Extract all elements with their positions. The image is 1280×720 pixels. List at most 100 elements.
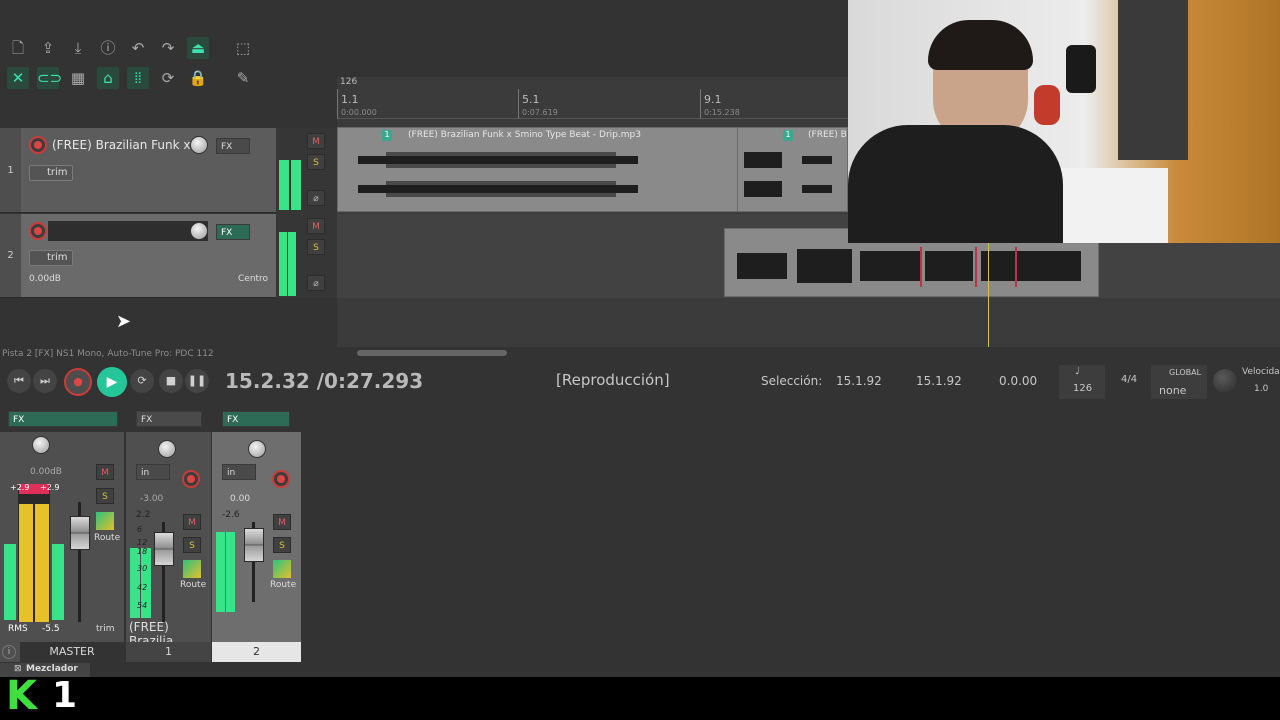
undo-icon[interactable]: ↶ <box>127 37 149 59</box>
grid-icon[interactable]: ⬚ <box>232 37 254 59</box>
master-fx-button[interactable]: FX <box>8 411 118 427</box>
position-readout[interactable]: 15.2.32 /0:27.293 <box>225 369 423 393</box>
master-meter-r <box>35 504 49 622</box>
strip-1-fx-button[interactable]: FX <box>136 411 202 427</box>
ruler-time-label: 0:15.238 <box>704 108 740 117</box>
strip-2-record-arm[interactable] <box>272 470 290 488</box>
record-arm-button[interactable] <box>29 222 47 240</box>
strip-2-route-label[interactable]: Route <box>270 580 296 590</box>
status-info: Pista 2 [FX] NS1 Mono, Auto-Tune Pro: PD… <box>2 349 214 359</box>
meter-scale-label: 6 <box>137 525 143 534</box>
master-pan-knob[interactable] <box>32 436 50 454</box>
new-project-icon[interactable]: 🗋 <box>7 37 29 59</box>
selection-length[interactable]: 0.0.00 <box>999 374 1037 388</box>
fx-button[interactable]: FX <box>216 224 250 240</box>
wall-shelf <box>1048 168 1168 243</box>
strip-2-number[interactable]: 2 <box>212 642 301 662</box>
save-icon[interactable]: ⤓ <box>67 37 89 59</box>
selection-end[interactable]: 15.1.92 <box>916 374 962 388</box>
webcam-overlay <box>848 0 1280 243</box>
trim-label: trim <box>47 252 68 263</box>
meter-scale-label: 12 <box>137 538 148 547</box>
track-pan-readout: Centro <box>238 274 269 284</box>
strip-1-solo-button[interactable]: S <box>183 537 201 553</box>
global-automation-box[interactable]: GLOBAL none <box>1151 365 1207 399</box>
strip-2-input-select[interactable]: in <box>222 464 256 480</box>
track-2-mute-button[interactable]: M <box>307 218 325 234</box>
strip-1-number[interactable]: 1 <box>126 642 211 662</box>
go-to-start-button[interactable]: ⏮ <box>7 369 31 393</box>
ripple-icon[interactable]: ✕ <box>7 67 29 89</box>
info-icon[interactable]: ⓘ <box>97 37 119 59</box>
horizontal-scrollbar[interactable] <box>357 350 507 356</box>
track-2-solo-button[interactable]: S <box>307 239 325 255</box>
strip-2-solo-button[interactable]: S <box>273 537 291 553</box>
loop-toggle-button[interactable]: ⟳ <box>130 369 154 393</box>
track-1-meter-r <box>291 160 301 210</box>
master-fader[interactable] <box>70 516 90 550</box>
trim-button[interactable]: trim <box>29 165 73 181</box>
master-solo-button[interactable]: S <box>96 488 114 504</box>
master-route-icon[interactable] <box>96 512 114 530</box>
track-2-panel[interactable]: 2 FX trim 0.00dB Centro <box>0 214 276 298</box>
strip-1-route-icon[interactable] <box>183 560 201 578</box>
lock-icon[interactable]: 🔒 <box>187 67 209 89</box>
strip-2-pan-knob[interactable] <box>248 440 266 458</box>
strip-1-fader[interactable] <box>154 532 174 566</box>
track-name-field[interactable]: (FREE) Brazilian Funk x S <box>48 135 208 155</box>
record-button[interactable]: ● <box>64 368 92 396</box>
track-1-solo-button[interactable]: S <box>307 154 325 170</box>
open-icon[interactable]: ⇪ <box>37 37 59 59</box>
track-1-mute-button[interactable]: M <box>307 133 325 149</box>
audio-item[interactable]: (FREE) Brazilian Funk x Smino Type Beat … <box>337 127 742 212</box>
go-to-end-button[interactable]: ⏭ <box>33 369 57 393</box>
strip-1-record-arm[interactable] <box>182 470 200 488</box>
fx-button[interactable]: FX <box>216 138 250 154</box>
trim-button[interactable]: trim <box>29 250 73 266</box>
strip-1-peak: 2.2 <box>136 510 151 520</box>
auto-crossfade-icon[interactable]: ⌂ <box>97 67 119 89</box>
docker-info-icon[interactable]: i <box>2 645 16 659</box>
play-button[interactable]: ▶ <box>97 367 127 397</box>
strip-1-mute-button[interactable]: M <box>183 514 201 530</box>
track-number: 2 <box>0 214 21 297</box>
master-route-label[interactable]: Route <box>94 533 120 543</box>
volume-knob[interactable] <box>190 222 208 240</box>
record-arm-button[interactable] <box>29 136 47 154</box>
strip-2-mute-button[interactable]: M <box>273 514 291 530</box>
link-icon[interactable]: ⊂⊃ <box>37 67 62 89</box>
acoustic-panel <box>1118 0 1188 160</box>
strip-2-fader[interactable] <box>244 528 264 562</box>
tempo-box[interactable]: ♩ 126 <box>1059 365 1105 399</box>
selection-start[interactable]: 15.1.92 <box>836 374 882 388</box>
strip-2-fx-button[interactable]: FX <box>222 411 290 427</box>
tempo-marker[interactable]: 126 <box>340 77 357 87</box>
pause-button[interactable]: ❚❚ <box>185 369 209 393</box>
snap-grid-icon[interactable]: ▦ <box>67 67 89 89</box>
time-signature[interactable]: 4/4 <box>1121 374 1137 385</box>
playrate-knob[interactable] <box>1212 368 1238 394</box>
master-trim-label[interactable]: trim <box>96 624 115 634</box>
loop-icon[interactable]: ⟳ <box>157 67 179 89</box>
master-rms-value: -5.5 <box>42 624 60 634</box>
strip-1-volume-readout: -3.00 <box>140 494 164 504</box>
track-name-field[interactable] <box>48 221 208 241</box>
track-2-phase-button[interactable]: ⌀ <box>307 275 325 291</box>
track-volume-readout: 0.00dB <box>29 274 61 284</box>
trim-label: trim <box>47 167 68 178</box>
metronome-icon[interactable]: ⏏ <box>187 37 209 59</box>
strip-2-route-icon[interactable] <box>273 560 291 578</box>
strip-1-route-label[interactable]: Route <box>180 580 206 590</box>
envelope-icon[interactable]: ⦙⦙ <box>127 67 149 89</box>
audio-item[interactable]: (FREE) Br 1 <box>737 127 848 212</box>
tempo-icon: ♩ <box>1075 366 1080 377</box>
track-1-panel[interactable]: 1 (FREE) Brazilian Funk x S FX trim <box>0 128 276 213</box>
strip-1-pan-knob[interactable] <box>158 440 176 458</box>
master-mute-button[interactable]: M <box>96 464 114 480</box>
stop-button[interactable]: ■ <box>159 369 183 393</box>
strip-1-input-select[interactable]: in <box>136 464 170 480</box>
redo-icon[interactable]: ↷ <box>157 37 179 59</box>
track-1-phase-button[interactable]: ⌀ <box>307 190 325 206</box>
marker-icon[interactable]: ✎ <box>232 67 254 89</box>
volume-knob[interactable] <box>190 136 208 154</box>
